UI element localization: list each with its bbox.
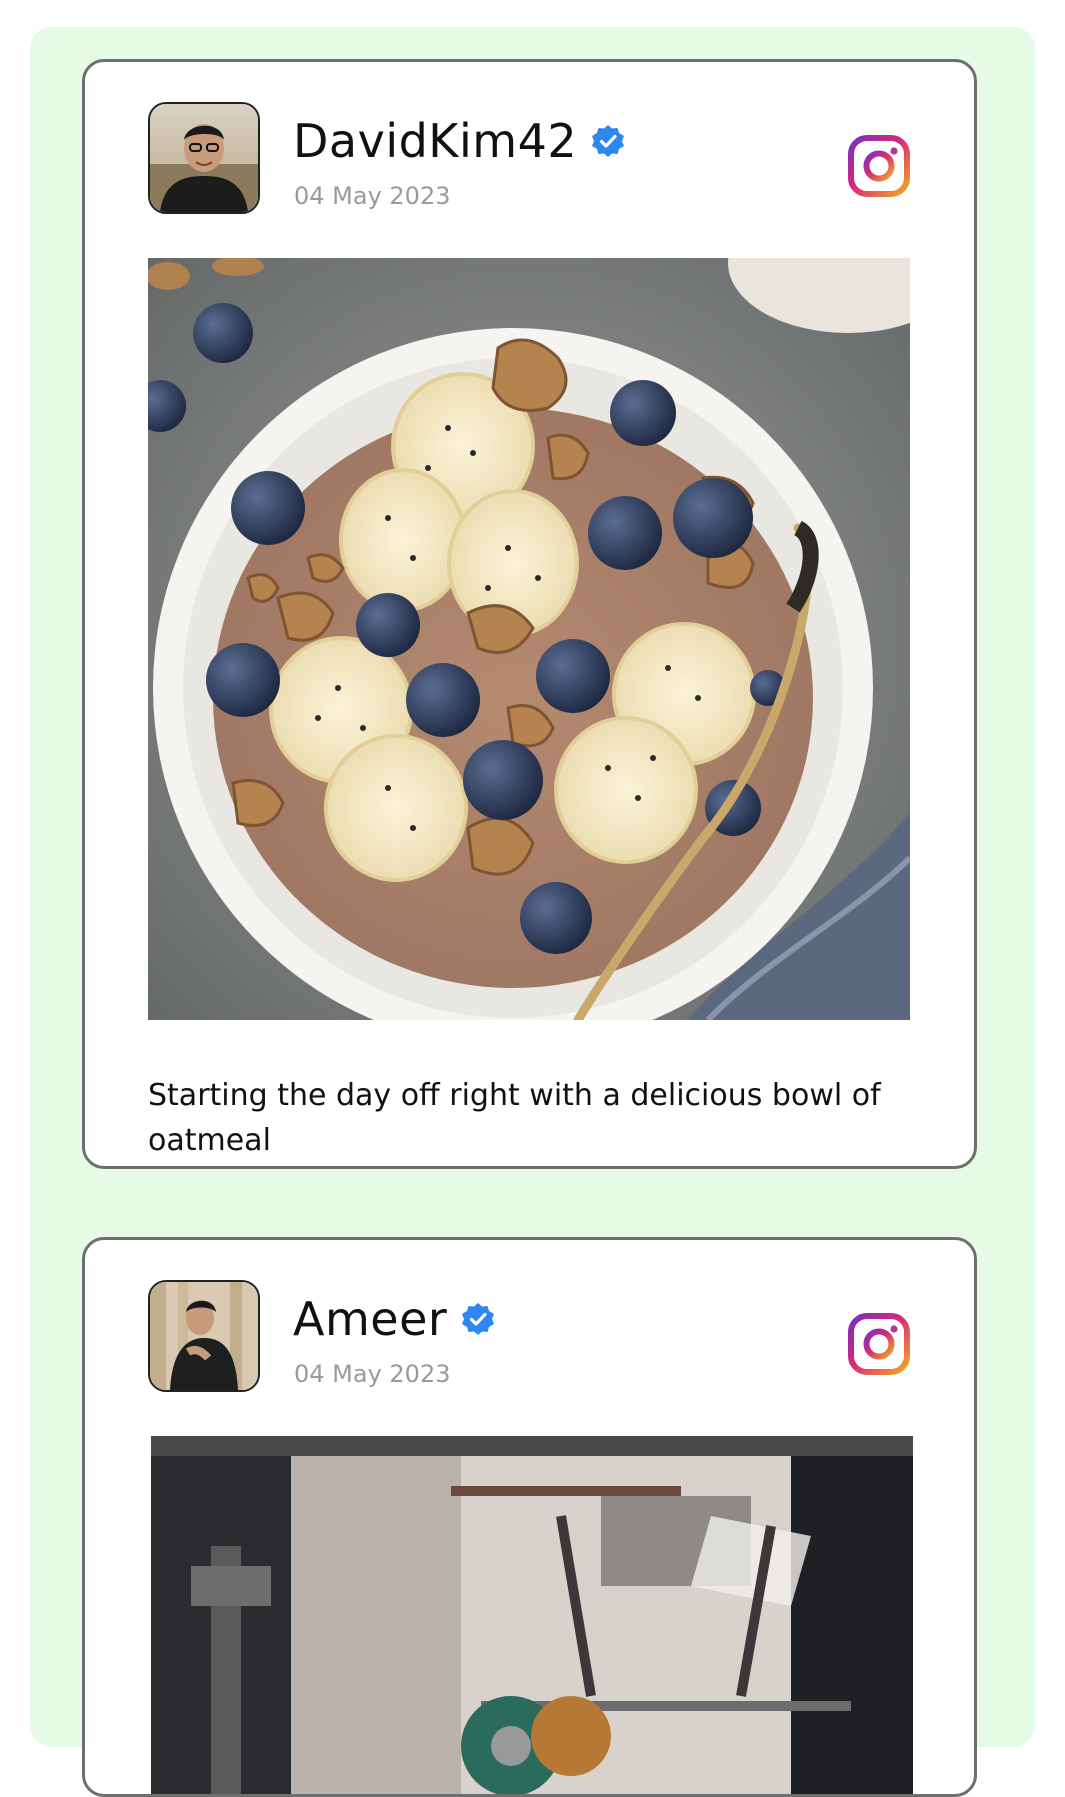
post-feed: DavidKim42 04 May 2023 Starting the day … xyxy=(30,27,1035,1797)
post-date: 04 May 2023 xyxy=(294,1360,451,1388)
verified-badge-icon xyxy=(592,125,625,157)
avatar-photo xyxy=(150,1282,258,1390)
post-caption: Starting the day off right with a delici… xyxy=(148,1078,881,1158)
oatmeal-bowl-photo xyxy=(148,258,910,1020)
username[interactable]: DavidKim42 xyxy=(293,114,625,168)
avatar[interactable] xyxy=(148,1280,260,1392)
username-text: Ameer xyxy=(293,1292,448,1346)
avatar-photo xyxy=(150,104,258,212)
instagram-icon[interactable] xyxy=(848,135,910,197)
username[interactable]: Ameer xyxy=(293,1292,495,1346)
post-image-oatmeal-bowl[interactable] xyxy=(148,258,910,1020)
post-image-gym[interactable] xyxy=(151,1436,913,1794)
gym-photo xyxy=(151,1436,913,1794)
verified-badge-icon xyxy=(462,1303,495,1335)
post-card[interactable]: Ameer 04 May 2023 xyxy=(82,1237,977,1797)
post-date: 04 May 2023 xyxy=(294,182,451,210)
instagram-icon[interactable] xyxy=(848,1313,910,1375)
avatar[interactable] xyxy=(148,102,260,214)
post-card[interactable]: DavidKim42 04 May 2023 Starting the day … xyxy=(82,59,977,1169)
username-text: DavidKim42 xyxy=(293,114,578,168)
